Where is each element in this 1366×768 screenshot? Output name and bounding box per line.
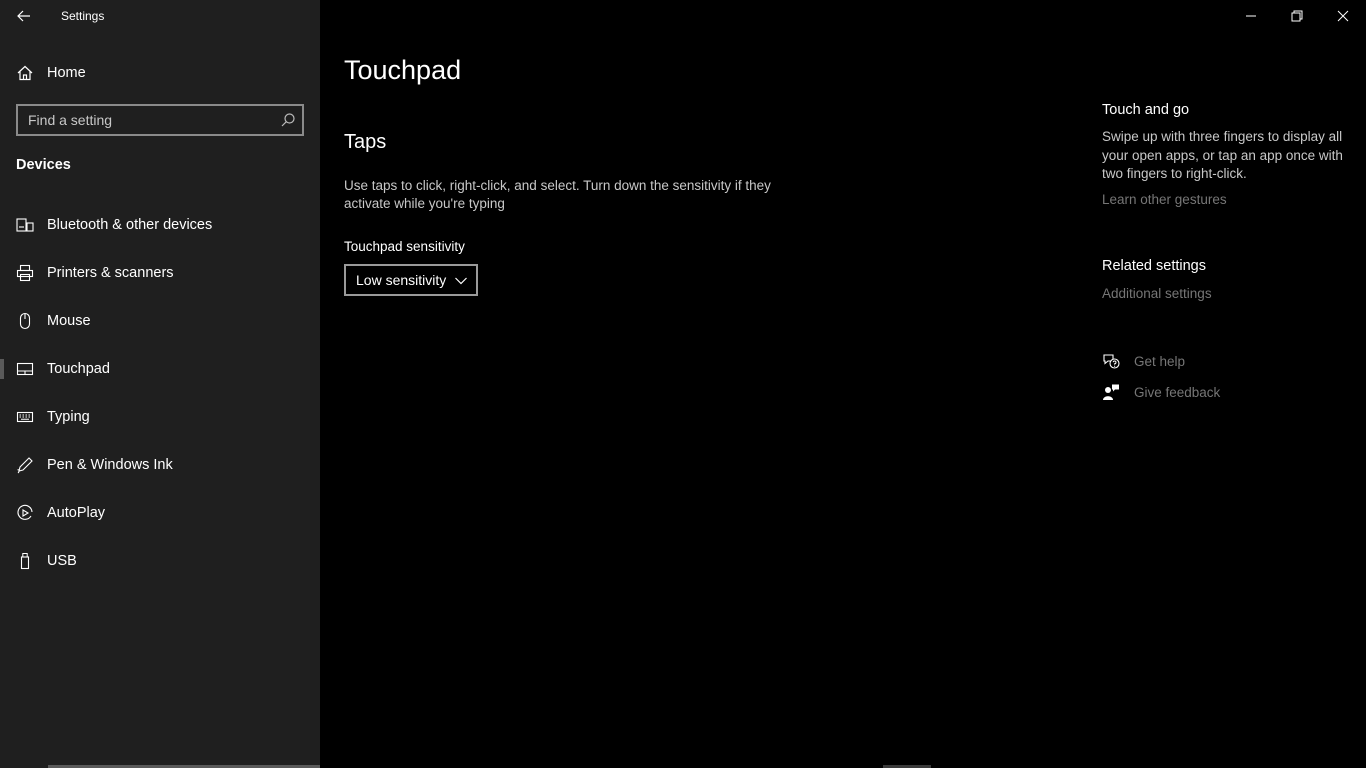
mouse-icon [16, 312, 34, 330]
section-heading: Devices [16, 157, 71, 173]
minimize-icon [1246, 15, 1256, 17]
sidebar: Settings Home Devices [0, 0, 392, 768]
related-settings-heading: Related settings [1102, 258, 1206, 274]
back-button[interactable] [10, 4, 38, 28]
close-button[interactable] [1320, 0, 1366, 32]
sidebar-item-label: USB [47, 553, 77, 569]
sidebar-item-label: Bluetooth & other devices [47, 217, 213, 233]
sidebar-item-home[interactable]: Home [0, 56, 320, 90]
sidebar-item-usb[interactable]: USB [0, 537, 320, 585]
sidebar-item-touchpad[interactable]: Touchpad [0, 345, 320, 393]
autoplay-icon [16, 504, 34, 522]
search-input[interactable] [18, 106, 268, 134]
sidebar-item-label: Mouse [47, 313, 91, 329]
touchpad-icon [16, 360, 34, 378]
sidebar-item-label: Home [47, 65, 86, 81]
window-controls [1228, 0, 1366, 32]
printer-icon [16, 264, 34, 282]
chevron-down-icon [454, 274, 468, 288]
keyboard-icon [16, 408, 34, 426]
taps-heading: Taps [344, 131, 387, 153]
main-content: Touchpad Taps Use taps to click, right-c… [320, 0, 1366, 768]
nav-list: Bluetooth & other devices Printers & sca… [0, 201, 320, 585]
home-icon [16, 64, 34, 82]
additional-settings-link[interactable]: Additional settings [1102, 286, 1212, 301]
get-help-link[interactable]: Get help [1102, 351, 1185, 371]
sidebar-item-typing[interactable]: Typing [0, 393, 320, 441]
sidebar-item-label: Printers & scanners [47, 265, 174, 281]
give-feedback-link[interactable]: Give feedback [1102, 382, 1220, 402]
sidebar-item-label: AutoPlay [47, 505, 106, 521]
taps-description: Use taps to click, right-click, and sele… [344, 178, 771, 211]
learn-gestures-link[interactable]: Learn other gestures [1102, 192, 1227, 207]
minimize-button[interactable] [1228, 0, 1274, 32]
bluetooth-devices-icon [16, 216, 34, 234]
page-title: Touchpad [344, 55, 462, 85]
sensitivity-value: Low sensitivity [356, 272, 447, 288]
get-help-label: Get help [1134, 353, 1186, 369]
search-icon[interactable] [280, 112, 296, 128]
restore-icon [1291, 10, 1303, 22]
restore-button[interactable] [1274, 0, 1320, 32]
sidebar-item-mouse[interactable]: Mouse [0, 297, 320, 345]
help-chat-icon [1102, 352, 1120, 370]
sidebar-item-autoplay[interactable]: AutoPlay [0, 489, 320, 537]
sidebar-item-label: Pen & Windows Ink [47, 457, 173, 473]
app-title: Settings [61, 9, 105, 23]
sidebar-item-bluetooth[interactable]: Bluetooth & other devices [0, 201, 320, 249]
sensitivity-label: Touchpad sensitivity [344, 239, 465, 254]
search-box [16, 104, 304, 136]
back-arrow-icon [17, 10, 30, 22]
pen-icon [16, 456, 34, 474]
sidebar-item-pen[interactable]: Pen & Windows Ink [0, 441, 320, 489]
touch-and-go-text: Swipe up with three fingers to display a… [1102, 129, 1343, 181]
feedback-icon [1102, 383, 1120, 401]
sidebar-item-printers[interactable]: Printers & scanners [0, 249, 320, 297]
close-icon [1337, 10, 1349, 22]
give-feedback-label: Give feedback [1134, 384, 1221, 400]
sidebar-item-label: Touchpad [47, 361, 110, 377]
usb-icon [16, 552, 34, 570]
sidebar-item-label: Typing [47, 409, 90, 425]
sensitivity-dropdown[interactable]: Low sensitivity [344, 264, 478, 296]
touch-and-go-heading: Touch and go [1102, 102, 1190, 118]
